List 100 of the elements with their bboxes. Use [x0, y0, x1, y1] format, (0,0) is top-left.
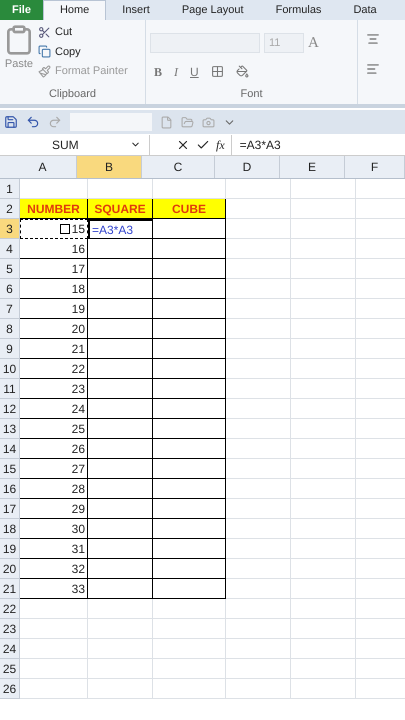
row-header[interactable]: 5 [0, 259, 20, 279]
table-cell [226, 259, 291, 279]
row-header[interactable]: 4 [0, 239, 20, 259]
table-cell [88, 619, 153, 639]
table-cell [291, 399, 356, 419]
table-cell [88, 559, 153, 579]
row-header[interactable]: 17 [0, 499, 20, 519]
row-header[interactable]: 23 [0, 619, 20, 639]
row-header[interactable]: 8 [0, 319, 20, 339]
table-cell [226, 279, 291, 299]
row-header[interactable]: 22 [0, 599, 20, 619]
underline-button[interactable]: U [190, 62, 199, 80]
row-header[interactable]: 26 [0, 679, 20, 699]
table-cell: 26 [20, 439, 88, 459]
table-cell [88, 339, 153, 359]
row-header[interactable]: 13 [0, 419, 20, 439]
fill-color-icon [236, 65, 249, 78]
table-cell [291, 179, 356, 199]
table-cell [20, 599, 88, 619]
cut-button[interactable]: Cut [38, 24, 128, 40]
row-header[interactable]: 18 [0, 519, 20, 539]
table-cell [226, 399, 291, 419]
row-header[interactable]: 2 [0, 199, 20, 219]
table-cell [88, 519, 153, 539]
row-header[interactable]: 7 [0, 299, 20, 319]
table-cell [88, 399, 153, 419]
table-cell [88, 359, 153, 379]
ribbon-tab[interactable]: Data [337, 0, 393, 20]
bold-button[interactable]: B [154, 62, 162, 80]
ribbon-tab[interactable]: Page Layout [166, 0, 260, 20]
column-header[interactable]: D [215, 156, 280, 178]
table-cell [88, 379, 153, 399]
table-cell: 32 [20, 559, 88, 579]
new-file-icon [160, 116, 173, 128]
table-cell [226, 479, 291, 499]
row-header[interactable]: 24 [0, 639, 20, 659]
column-header[interactable]: E [280, 156, 345, 178]
copy-button[interactable]: Copy [38, 44, 128, 60]
file-tab[interactable]: File [0, 0, 43, 20]
row-header[interactable]: 11 [0, 379, 20, 399]
font-name-field[interactable] [150, 33, 260, 54]
table-cell [226, 679, 291, 699]
table-cell: 23 [20, 379, 88, 399]
column-heading-cell: NUMBER [20, 199, 88, 219]
column-header[interactable]: F [345, 156, 405, 178]
row-header[interactable]: 9 [0, 339, 20, 359]
table-cell: 27 [20, 459, 88, 479]
table-cell [291, 499, 356, 519]
row-header[interactable]: 25 [0, 659, 20, 679]
copy-icon [38, 45, 51, 58]
table-cell [291, 379, 356, 399]
function-icon: fx [216, 136, 225, 154]
table-cell [88, 679, 153, 699]
row-header[interactable]: 16 [0, 479, 20, 499]
ribbon-tab[interactable]: Formulas [260, 0, 338, 20]
table-cell [226, 519, 291, 539]
row-header[interactable]: 21 [0, 579, 20, 599]
table-cell [88, 299, 153, 319]
camera-icon [202, 116, 215, 128]
row-header[interactable]: 14 [0, 439, 20, 459]
toolbar-field[interactable] [70, 113, 152, 131]
column-heading-cell: CUBE [153, 199, 226, 219]
ribbon-tab[interactable]: Insert [106, 0, 166, 20]
table-cell [291, 239, 356, 259]
table-cell [226, 579, 291, 599]
table-cell [226, 239, 291, 259]
table-cell: =A3*A3 [88, 219, 153, 239]
save-icon [4, 115, 18, 129]
table-cell [226, 539, 291, 559]
name-box[interactable]: SUM [0, 134, 150, 154]
table-cell [291, 259, 356, 279]
italic-button[interactable]: I [174, 62, 178, 80]
table-cell [291, 319, 356, 339]
table-cell [226, 599, 291, 619]
ribbon-tab[interactable]: Home [42, 0, 106, 20]
table-cell [291, 299, 356, 319]
row-header[interactable]: 19 [0, 539, 20, 559]
row-header[interactable]: 1 [0, 179, 20, 199]
brush-icon [38, 64, 51, 78]
table-cell [20, 679, 88, 699]
table-cell: 15 [20, 219, 88, 239]
table-cell [20, 659, 88, 679]
table-cell [291, 359, 356, 379]
table-cell [291, 619, 356, 639]
table-cell [291, 439, 356, 459]
column-header[interactable]: C [142, 156, 215, 178]
table-cell [291, 659, 356, 679]
table-cell: 31 [20, 539, 88, 559]
row-header[interactable]: 3 [0, 219, 20, 239]
row-header[interactable]: 10 [0, 359, 20, 379]
table-cell [226, 219, 291, 239]
row-header[interactable]: 15 [0, 459, 20, 479]
table-cell [291, 419, 356, 439]
formula-field[interactable]: =A3*A3 [230, 134, 405, 154]
column-heading-cell: SQUARE [88, 199, 153, 219]
row-header[interactable]: 20 [0, 559, 20, 579]
column-header[interactable]: B [77, 156, 142, 178]
row-header[interactable]: 6 [0, 279, 20, 299]
row-header[interactable]: 12 [0, 399, 20, 419]
table-cell [226, 179, 291, 199]
